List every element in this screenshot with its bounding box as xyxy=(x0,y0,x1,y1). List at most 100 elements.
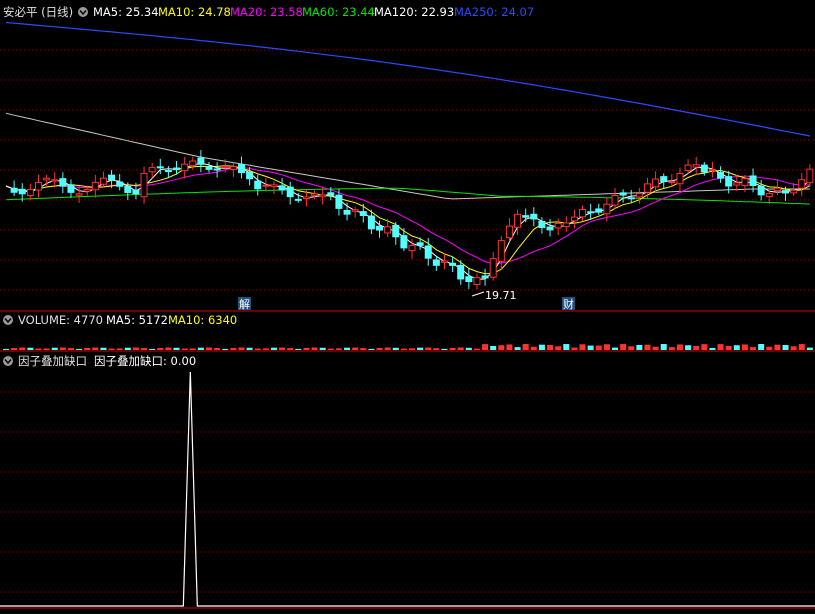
candle-body xyxy=(692,164,700,168)
candle-body xyxy=(327,192,335,196)
volume-bar xyxy=(571,347,578,350)
ma60-label: MA60: 23.44 xyxy=(302,5,375,19)
volume-bar xyxy=(189,348,196,350)
factor-line xyxy=(0,371,815,607)
candle-body xyxy=(416,242,424,246)
candle-body xyxy=(773,187,781,192)
low-price-label: 19.71 xyxy=(485,289,517,302)
volume-bar xyxy=(750,347,757,350)
candle-body xyxy=(181,163,189,172)
volume-bar xyxy=(701,344,708,350)
candle-body xyxy=(156,166,164,169)
volume-bar xyxy=(230,347,237,350)
volume-bar xyxy=(425,347,432,350)
candle-body xyxy=(595,208,603,213)
volume-bar xyxy=(733,345,740,350)
candle-body xyxy=(59,178,67,187)
candle-body xyxy=(359,211,367,216)
volume-bar xyxy=(790,346,797,350)
main-panel-header: 安必平 (日线) MA5: 25.34 MA10: 24.78 MA20: 23… xyxy=(3,5,534,19)
chevron-down-icon[interactable] xyxy=(78,7,88,17)
volume-bar xyxy=(514,347,521,350)
volume-bar xyxy=(327,348,334,350)
candle-body xyxy=(254,180,262,190)
candle-body xyxy=(278,185,286,191)
candle-body xyxy=(221,165,229,169)
volume-bar xyxy=(555,346,562,350)
candle-body xyxy=(432,259,440,266)
candle-body xyxy=(392,225,400,238)
candle-body xyxy=(522,215,530,218)
candle-body xyxy=(213,168,221,171)
candle-body xyxy=(26,188,34,197)
volume-bar xyxy=(132,347,139,350)
volume-bar xyxy=(360,348,367,350)
volume-bar xyxy=(766,346,773,350)
candle-body xyxy=(75,193,83,196)
volume-bar xyxy=(59,347,66,350)
ma5-label: MA5: 25.34 xyxy=(93,5,159,19)
volume-bar xyxy=(409,348,415,350)
volume-bar xyxy=(214,348,221,350)
ma120-label: MA120: 22.93 xyxy=(374,5,454,19)
candle-body xyxy=(700,164,708,173)
candle-body xyxy=(652,178,660,188)
volume-bar xyxy=(376,347,383,350)
volume-bar xyxy=(676,344,683,350)
volume-bar xyxy=(538,344,545,350)
chevron-down-icon[interactable] xyxy=(3,315,13,325)
volume-bar xyxy=(758,344,765,350)
candle-body xyxy=(684,164,692,172)
candle-body xyxy=(627,197,635,200)
candle-body xyxy=(164,170,172,173)
event-marker-2[interactable]: 财 xyxy=(563,297,574,311)
volume-bar xyxy=(400,348,407,350)
candle-body xyxy=(400,235,408,249)
candle-body xyxy=(562,222,570,227)
volume-bar xyxy=(27,347,34,350)
volume-bar xyxy=(165,347,172,350)
candle-body xyxy=(643,183,651,193)
candle-body xyxy=(384,226,392,234)
candle-body xyxy=(91,181,99,191)
candle-body xyxy=(229,166,237,170)
candle-body xyxy=(717,171,725,179)
event-marker-1[interactable]: 解 xyxy=(239,297,250,311)
candle-body xyxy=(124,185,132,193)
candle-body xyxy=(189,160,197,167)
volume-bar xyxy=(490,345,497,350)
volume-bar xyxy=(587,345,594,350)
volume-bar xyxy=(384,347,391,350)
volume-bar xyxy=(595,345,602,350)
candle-body xyxy=(708,169,716,172)
volume-bar xyxy=(76,348,83,350)
volume-bar xyxy=(222,348,229,350)
volume-bar xyxy=(685,345,692,350)
candle-body xyxy=(733,182,741,186)
ma250-label: MA250: 24.07 xyxy=(454,5,534,19)
volume-ma5-label: MA5: 5172 xyxy=(106,313,168,327)
candle-body xyxy=(286,186,294,198)
volume-bar xyxy=(522,344,529,350)
candle-body xyxy=(18,188,26,195)
volume-bar xyxy=(668,347,675,350)
candle-body xyxy=(489,258,497,278)
candle-body xyxy=(619,192,627,196)
volume-bar xyxy=(579,344,586,350)
volume-bar xyxy=(181,348,188,350)
volume-bar xyxy=(806,347,813,350)
candle-body xyxy=(635,193,643,198)
candle-body xyxy=(505,225,513,239)
volume-bar xyxy=(84,348,91,350)
volume-bar xyxy=(717,344,724,350)
volume-bar xyxy=(43,348,50,350)
candle-body xyxy=(741,178,749,187)
candlestick-series xyxy=(10,150,814,290)
chevron-down-icon[interactable] xyxy=(3,356,13,366)
candle-body xyxy=(603,203,611,215)
volume-bars xyxy=(3,344,813,350)
candle-body xyxy=(749,175,757,186)
candle-body xyxy=(43,177,51,181)
candle-body xyxy=(270,184,278,188)
candle-body xyxy=(514,213,522,228)
